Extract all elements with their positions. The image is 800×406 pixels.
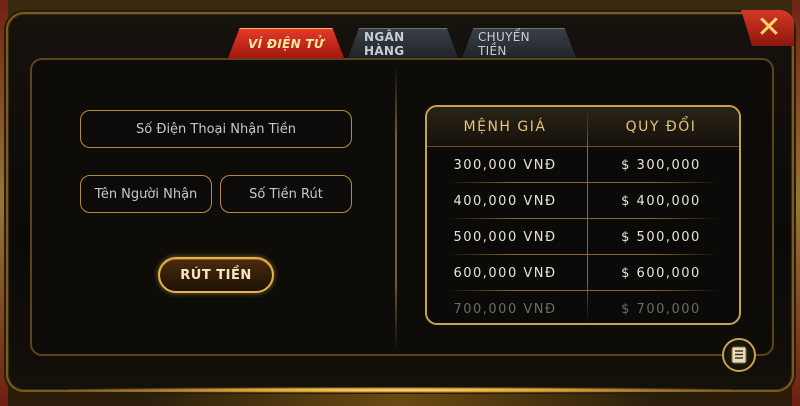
table-row: 500,000 VNĐ $ 500,000 (427, 219, 739, 255)
exchange-cell: $ 700,000 (621, 301, 701, 317)
notes-button[interactable] (722, 338, 756, 372)
table-row: 700,000 VNĐ $ 700,000 (427, 291, 739, 323)
tab-bar: VÍ ĐIỆN TỬ NGÂN HÀNG CHUYỂN TIỀN (228, 28, 576, 60)
phone-number-input[interactable]: Số Điện Thoại Nhận Tiền (80, 110, 352, 148)
tab-e-wallet[interactable]: VÍ ĐIỆN TỬ (228, 28, 344, 58)
notes-icon (731, 346, 747, 364)
denomination-cell: 300,000 VNĐ (453, 157, 557, 173)
table-row: 300,000 VNĐ $ 300,000 (427, 147, 739, 183)
tab-bank[interactable]: NGÂN HÀNG (348, 28, 458, 58)
tab-transfer[interactable]: CHUYỂN TIỀN (462, 28, 576, 58)
withdraw-amount-input[interactable]: Số Tiền Rút (220, 175, 352, 213)
close-icon: ✕ (756, 10, 782, 45)
exchange-cell: $ 600,000 (621, 265, 701, 281)
denomination-cell: 700,000 VNĐ (453, 301, 557, 317)
exchange-cell: $ 500,000 (621, 229, 701, 245)
bottom-glow-decoration (68, 387, 732, 393)
denomination-cell: 500,000 VNĐ (453, 229, 557, 245)
recipient-name-input[interactable]: Tên Người Nhận (80, 175, 212, 213)
denomination-cell: 600,000 VNĐ (453, 265, 557, 281)
withdraw-button[interactable]: RÚT TIỀN (158, 257, 274, 293)
table-header: MỆNH GIÁ QUY ĐỔI (427, 107, 739, 147)
table-row: 400,000 VNĐ $ 400,000 (427, 183, 739, 219)
exchange-cell: $ 300,000 (621, 157, 701, 173)
header-exchange: QUY ĐỔI (625, 118, 697, 135)
header-denomination: MỆNH GIÁ (463, 118, 547, 135)
panel-divider (395, 66, 397, 350)
denomination-cell: 400,000 VNĐ (453, 193, 557, 209)
table-row: 600,000 VNĐ $ 600,000 (427, 255, 739, 291)
exchange-rate-table: MỆNH GIÁ QUY ĐỔI 300,000 VNĐ $ 300,000 4… (425, 105, 741, 325)
exchange-cell: $ 400,000 (621, 193, 701, 209)
